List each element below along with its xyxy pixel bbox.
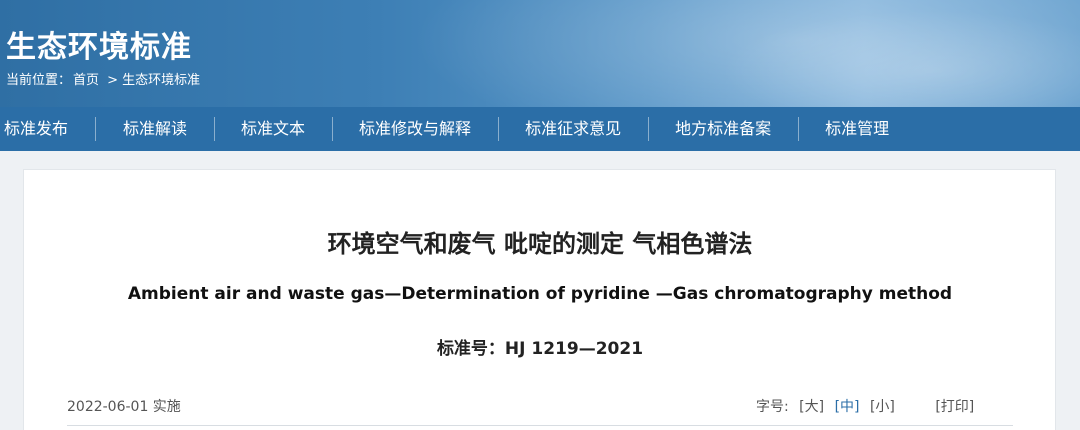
breadcrumb-home-link[interactable]: 首页 (73, 73, 99, 88)
nav-item-local-standard-filing[interactable]: 地方标准备案 (675, 117, 771, 141)
font-size-large-button[interactable]: [大] (799, 396, 824, 416)
breadcrumb: 当前位置： 首页 > 生态环境标准 (6, 69, 200, 88)
nav-item-standard-interpretation[interactable]: 标准解读 (123, 117, 187, 141)
nav-separator (214, 117, 216, 141)
nav-separator (332, 117, 334, 141)
header-banner: 生态环境标准 当前位置： 首页 > 生态环境标准 (0, 0, 1080, 107)
nav-separator (798, 117, 800, 141)
nav-item-standard-management[interactable]: 标准管理 (825, 117, 889, 141)
nav-item-standard-consultation[interactable]: 标准征求意见 (525, 117, 621, 141)
effective-date: 2022-06-01 实施 (67, 399, 181, 415)
font-size-label: 字号: (756, 399, 789, 415)
nav-separator (648, 117, 650, 141)
nav-item-standard-amendment[interactable]: 标准修改与解释 (359, 117, 471, 141)
font-size-small-button[interactable]: [小] (870, 396, 895, 416)
nav-separator (498, 117, 500, 141)
breadcrumb-separator: > (107, 73, 119, 88)
print-button[interactable]: [打印] (935, 396, 974, 416)
nav-item-standard-text[interactable]: 标准文本 (241, 117, 305, 141)
standard-number: 标准号：HJ 1219—2021 (436, 339, 644, 359)
nav-separator (95, 117, 97, 141)
document-title-en: Ambient air and waste gas—Determination … (127, 284, 953, 304)
breadcrumb-prefix: 当前位置： (6, 73, 72, 88)
nav-item-standard-release[interactable]: 标准发布 (4, 117, 68, 141)
main-nav: 标准发布 标准解读 标准文本 标准修改与解释 标准征求意见 地方标准备案 标准管… (0, 107, 1080, 151)
site-title: 生态环境标准 (6, 30, 192, 65)
divider (67, 425, 1013, 426)
breadcrumb-current-link[interactable]: 生态环境标准 (122, 73, 200, 88)
font-size-medium-button[interactable]: [中] (835, 396, 860, 416)
document-title-cn: 环境空气和废气 吡啶的测定 气相色谱法 (327, 230, 753, 258)
font-size-toolbar: 字号: [大] [中] [小] [打印] (756, 396, 974, 416)
